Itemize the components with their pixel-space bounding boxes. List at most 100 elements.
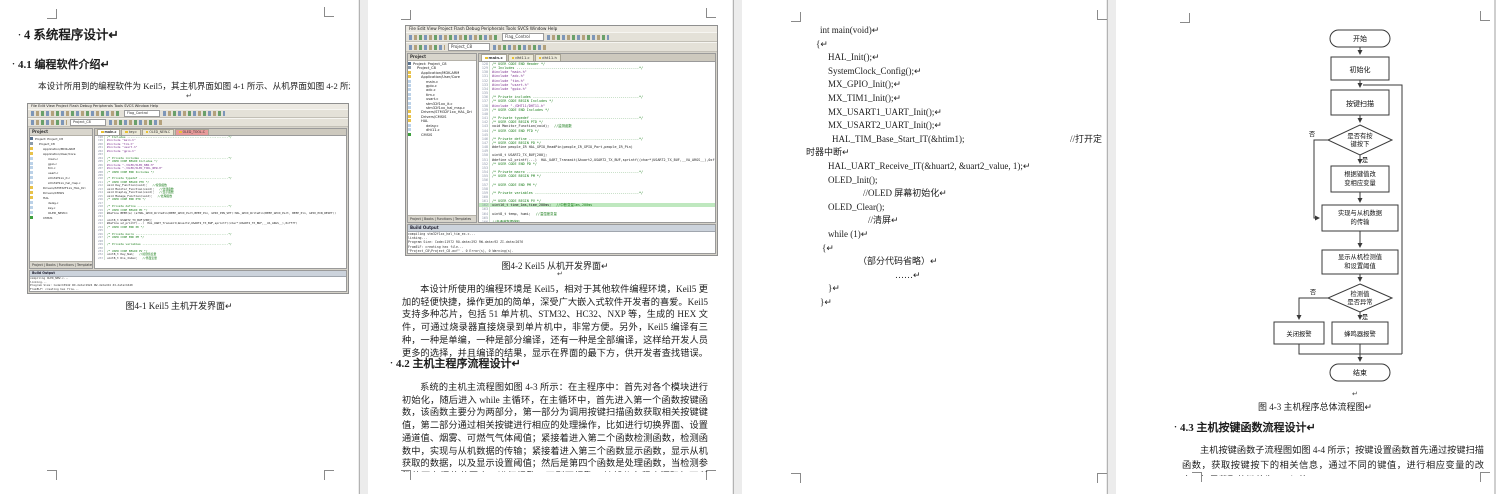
flow-label-display: 和设置阈值 — [1344, 261, 1376, 270]
code-line: HAL_Init();↵ — [828, 52, 880, 63]
section-heading-4-1: · 4.1 编程软件介绍↵ — [12, 59, 110, 71]
document-page-1[interactable]: · 4 系统程序设计↵ · 4.1 编程软件介绍↵ 本设计所用到的编程软件为 Kei… — [0, 0, 358, 494]
tree-item: CMSIS — [30, 216, 92, 221]
figure-caption-4-3: 图 4-3 主机程序总体流程图↵ — [1257, 402, 1373, 412]
code-line: }↵ — [820, 296, 832, 307]
code-line: 时器中断↵ — [806, 147, 850, 158]
code-editor: 128/* USER CODE END Header */129/* Inclu… — [479, 62, 715, 222]
target-combo: Project_C8 — [70, 119, 106, 126]
crop-mark — [47, 470, 57, 480]
crop-mark — [791, 12, 801, 22]
code-line: while (1)↵ — [828, 228, 869, 239]
project-panel: Project Project: Project_C8 Project_C8 App… — [407, 53, 477, 223]
code-line: OLED_Init(); — [828, 174, 878, 185]
editor-area: main.c key.c OLED_NEW.C OLED_TOOL.C 198/* I… — [94, 128, 347, 269]
section-heading-4: · 4 系统程序设计↵ — [18, 28, 119, 42]
flow-label-init: 初始化 — [1350, 65, 1371, 74]
keil-toolbar-1: Flag_Control — [406, 32, 717, 42]
flow-label-start: 开始 — [1353, 34, 1367, 43]
paragraph: 本设计所用到的编程软件为 Keil5，其主机界面如图 4-1 所示、从机界面如图… — [38, 81, 350, 91]
document-page-4[interactable]: 开始 初始化 按键扫描 是否有按 键按下 根据键值改 变相应变量 实现与从机数据… — [1116, 0, 1494, 494]
code-line: //清屏↵ — [868, 215, 899, 226]
project-tree: Project: Project_C8 Project_C8 Application… — [30, 136, 92, 261]
flow-label-buzzer: 蜂鸣器报警 — [1344, 329, 1376, 338]
crop-mark — [47, 9, 57, 19]
flow-label-transfer: 实现与从机数据 — [1338, 208, 1383, 217]
crop-mark — [324, 7, 334, 17]
document-page-3[interactable]: int main(void)↵ {↵ HAL_Init();↵ SystemClock… — [742, 0, 1107, 494]
paragraph: 系统的主机主流程图如图 4-3 所示：在主程序中：首先对各个模块进行初始化，随后… — [402, 382, 708, 472]
code-line: ……↵ — [895, 269, 921, 280]
flow-label-decision-key: 键按下 — [1351, 139, 1370, 148]
build-output-panel: Build Output compiling OLED_NEW.c... link… — [29, 270, 347, 292]
paragraph: 本设计所使用的编程环境是 Keil5，相对于其他软件编程环境，Keil5 更加的… — [402, 284, 708, 358]
code-line: {↵ — [822, 242, 834, 253]
editor-tab: main.c — [97, 129, 121, 135]
editor-tabs: main.c key.c OLED_NEW.C OLED_TOOL.C — [95, 129, 346, 136]
flow-label-decision-abnormal: 是否异常 — [1347, 297, 1372, 306]
crop-mark — [1097, 10, 1107, 20]
crop-mark — [706, 8, 716, 18]
document-view: · 4 系统程序设计↵ · 4.1 编程软件介绍↵ 本设计所用到的编程软件为 Kei… — [0, 0, 1496, 494]
editor-area: main.c dht11.c dht11.h 128/* USER CODE END… — [478, 53, 716, 223]
keil-slave-screenshot: File Edit View Project Flash Debug Perip… — [405, 25, 718, 256]
code-line: MX_USART1_UART_Init();↵ — [828, 106, 942, 117]
crop-mark — [1480, 11, 1490, 21]
flow-label-yes: 是 — [1362, 156, 1369, 164]
keil-toolbar-2: Project_C8 — [28, 118, 348, 127]
toolbar-icons — [547, 34, 609, 40]
toolbar-icons — [109, 120, 163, 125]
tree-item: CMSIS — [408, 133, 476, 137]
toolbar-icons — [163, 111, 225, 116]
flow-label-alarm-off: 关闭报警 — [1286, 329, 1312, 338]
project-panel-title: Project — [408, 54, 476, 61]
flow-label-transfer: 的传输 — [1351, 217, 1371, 226]
project-panel-title: Project — [30, 129, 92, 136]
toolbar-icons — [409, 34, 499, 40]
panel-tabs: Project | Books | Functions | Templates — [30, 261, 92, 268]
source-code-block: int main(void)↵ {↵ HAL_Init();↵ SystemClock… — [806, 24, 1106, 309]
editor-tab: dht11.c — [507, 54, 534, 61]
code-line: {↵ — [816, 38, 828, 49]
build-line: Build Time Elapsed: 00:00:04 — [408, 253, 715, 254]
outline-bullet: · — [1174, 422, 1178, 432]
flow-label-no: 否 — [1310, 288, 1317, 296]
keil-master-screenshot: File Edit View Project Flash Debug Perip… — [27, 103, 349, 294]
crop-mark — [324, 470, 334, 480]
flow-label-end: 结束 — [1353, 368, 1367, 377]
editor-tab: key.c — [121, 129, 141, 135]
code-line: MX_TIM1_Init();↵ — [828, 92, 902, 103]
panel-tabs: Project | Books | Functions | Templates — [408, 215, 476, 222]
crop-mark — [1097, 473, 1107, 483]
flow-label-decision-key: 是否有按 — [1347, 131, 1373, 140]
flow-label-keyact: 根据键值改 — [1344, 169, 1376, 178]
keil-toolbar-2: Project_C8 — [406, 42, 717, 52]
keil-main-area: Project Project: Project_C8 Project_C8 App… — [406, 52, 717, 224]
paragraph-mark: ↵ — [186, 92, 192, 100]
editor-tab: OLED_TOOL.C — [175, 129, 209, 135]
flag-control-combo: Flag_Control — [502, 33, 544, 41]
figure-caption-4-1: 图4-1 Keil5 主机开发界面↵ — [125, 301, 233, 311]
code-line: OLED_Clear(); — [828, 201, 885, 212]
flow-label-no: 否 — [1309, 130, 1316, 138]
crop-mark — [791, 473, 801, 483]
code-line: 166//多通道数据获取 — [479, 219, 715, 222]
section-heading-4-3: · 4.3 主机按键函数流程设计↵ — [1174, 422, 1316, 434]
project-panel: Project Project: Project_C8 Project_C8 App… — [29, 128, 93, 269]
keil-main-area: Project Project: Project_C8 Project_C8 App… — [28, 127, 348, 270]
project-tree: Project: Project_C8 Project_C8 Application… — [408, 61, 476, 215]
crop-mark — [401, 10, 411, 20]
code-line: MX_GPIO_Init();↵ — [828, 79, 902, 90]
paragraph-mark: ↵ — [1352, 390, 1358, 398]
code-line: int main(void)↵ — [820, 25, 880, 35]
toolbar-icons — [493, 44, 547, 50]
outline-bullet: · — [12, 59, 16, 69]
build-line: "Project_C8\Project_C8.axf" - 0 Error(s)… — [30, 291, 346, 292]
code-line: 233 uint8_t Dis_Index;//界面变量 — [95, 256, 346, 261]
outline-bullet: · — [18, 30, 22, 40]
build-output-panel: Build Output compiling stm32f1xx_hal_tim… — [407, 224, 716, 254]
document-page-2[interactable]: File Edit View Project Flash Debug Perip… — [368, 0, 732, 494]
code-line: }↵ — [828, 283, 840, 294]
build-output-lines: compiling OLED_NEW.c... linking... Program… — [30, 277, 346, 292]
flow-label-keyact: 变相应变量 — [1344, 178, 1376, 187]
